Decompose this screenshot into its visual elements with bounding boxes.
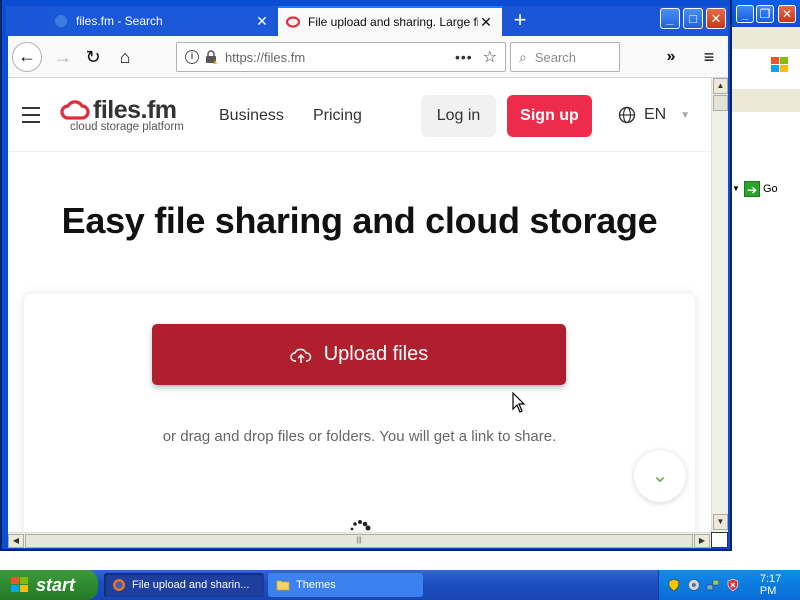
search-icon: ⌕ [519, 48, 527, 65]
new-tab-button[interactable]: + [506, 6, 534, 36]
cloud-logo-icon [60, 99, 90, 120]
scrollbar-corner [711, 532, 728, 548]
windows-logo-icon [11, 577, 28, 592]
hamburger-menu-icon[interactable] [22, 107, 40, 123]
mouse-cursor-icon [512, 392, 526, 413]
web-page: files.fm cloud storage platform Business… [8, 78, 711, 532]
scroll-down-chevron-icon[interactable]: ⌄ [634, 450, 686, 502]
security-alert-icon[interactable] [726, 578, 740, 592]
security-shield-icon[interactable] [667, 578, 681, 592]
background-minimize-button[interactable]: _ [736, 5, 754, 23]
scroll-down-arrow-icon[interactable]: ▼ [713, 514, 728, 530]
background-restore-button[interactable]: ❐ [756, 5, 774, 23]
nav-pricing-link[interactable]: Pricing [313, 107, 362, 125]
lock-warning-icon [206, 50, 217, 64]
windows-logo-icon [771, 57, 788, 72]
go-label: Go [763, 183, 778, 195]
tab-title: files.fm - Search [76, 14, 163, 28]
navigation-toolbar: ← → ↻ ⌂ i https://files.fm ••• ☆ ⌕ Searc… [8, 36, 728, 78]
minimize-button[interactable]: _ [660, 8, 680, 29]
background-address-toolbar: ▼ ➔ Go [732, 88, 800, 197]
logo-tagline: cloud storage platform [70, 121, 184, 133]
loading-spinner-icon [350, 520, 371, 531]
search-placeholder: Search [534, 49, 577, 65]
language-selector[interactable]: EN ▼ [618, 106, 690, 124]
language-label: EN [644, 106, 667, 123]
horizontal-scroll-thumb[interactable]: ||| [25, 534, 693, 548]
go-button[interactable]: ➔ Go [744, 181, 778, 197]
close-window-button[interactable]: ✕ [706, 8, 726, 29]
globe-icon [618, 106, 636, 124]
tab-files-fm[interactable]: File upload and sharing. Large file ✕ [278, 6, 502, 36]
close-tab-icon[interactable]: ✕ [254, 13, 270, 30]
maximize-button[interactable]: □ [683, 8, 703, 29]
upload-card: Upload files or drag and drop files or f… [24, 294, 695, 532]
cloud-upload-icon [289, 348, 311, 363]
site-header: files.fm cloud storage platform Business… [8, 78, 711, 152]
background-close-button[interactable]: ✕ [778, 5, 796, 23]
drag-drop-hint: or drag and drop files or folders. You w… [162, 428, 557, 445]
taskbar-item-firefox[interactable]: File upload and sharin... [104, 573, 264, 597]
taskbar: start File upload and sharin... Themes 7 [0, 570, 800, 600]
overflow-chevron-icon[interactable]: » [656, 42, 686, 72]
vertical-scroll-thumb[interactable] [713, 95, 728, 111]
firefox-window: files.fm - Search ✕ File upload and shar… [0, 0, 732, 551]
taskbar-item-label: File upload and sharin... [132, 579, 250, 591]
menu-icon[interactable]: ≡ [694, 42, 724, 72]
vertical-scrollbar[interactable]: ▲ ▼ [711, 78, 728, 532]
background-window: _ ❐ ✕ ▼ ➔ Go [732, 0, 800, 570]
tab-search[interactable]: files.fm - Search ✕ [46, 6, 278, 36]
home-button[interactable]: ⌂ [110, 42, 140, 72]
url-bar[interactable]: i https://files.fm ••• ☆ [176, 42, 506, 72]
network-icon[interactable] [706, 578, 720, 592]
reload-button[interactable]: ↻ [78, 42, 108, 72]
url-text: https://files.fm [225, 49, 306, 65]
search-input[interactable]: ⌕ Search [510, 42, 620, 72]
clock: 7:17 PM [759, 573, 782, 597]
tab-bar: files.fm - Search ✕ File upload and shar… [6, 6, 728, 36]
taskbar-item-themes[interactable]: Themes [268, 573, 423, 597]
system-tray: 7:17 PM [658, 570, 800, 600]
close-tab-icon[interactable]: ✕ [478, 14, 494, 31]
scroll-right-arrow-icon[interactable]: ▶ [694, 534, 710, 548]
tab-title: File upload and sharing. Large file [308, 15, 478, 29]
nav-business-link[interactable]: Business [219, 107, 284, 125]
search-favicon-icon [55, 15, 67, 27]
scroll-left-arrow-icon[interactable]: ◀ [8, 534, 24, 548]
background-menubar [732, 27, 800, 72]
signup-button[interactable]: Sign up [507, 95, 592, 137]
hero-title: Easy file sharing and cloud storage [61, 200, 658, 241]
login-button[interactable]: Log in [421, 95, 496, 137]
address-dropdown-icon[interactable]: ▼ [732, 181, 742, 197]
start-label: start [36, 574, 76, 595]
speaker-icon[interactable] [687, 578, 701, 592]
upload-files-label: Upload files [323, 343, 429, 365]
scroll-up-arrow-icon[interactable]: ▲ [713, 78, 728, 94]
back-button[interactable]: ← [12, 42, 42, 72]
firefox-icon [113, 579, 125, 591]
folder-icon [276, 580, 290, 591]
files-fm-logo[interactable]: files.fm cloud storage platform [60, 96, 210, 136]
chevron-down-icon: ▼ [680, 109, 691, 121]
taskbar-item-label: Themes [296, 579, 336, 591]
forward-button[interactable]: → [48, 42, 78, 72]
background-window-titlebar: _ ❐ ✕ [732, 0, 800, 27]
go-arrow-icon: ➔ [744, 181, 760, 197]
site-info-icon[interactable]: i [185, 50, 199, 64]
start-button[interactable]: start [0, 570, 98, 600]
files-fm-favicon-icon [286, 16, 300, 28]
horizontal-scrollbar[interactable]: ◀ ||| ▶ [8, 532, 711, 548]
upload-files-button[interactable]: Upload files [152, 324, 566, 385]
bookmark-star-icon[interactable]: ☆ [483, 47, 497, 67]
page-actions-icon[interactable]: ••• [455, 49, 473, 65]
